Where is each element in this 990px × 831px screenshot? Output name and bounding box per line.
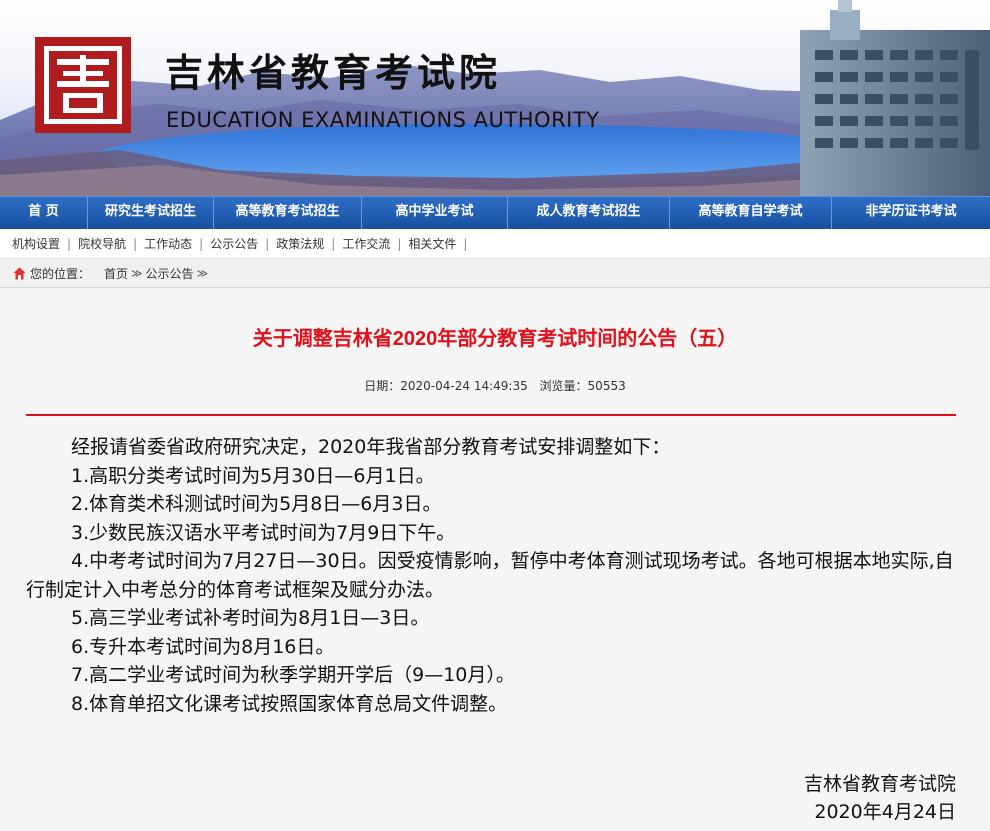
subnav-separator: | xyxy=(397,236,402,251)
article-signature: 吉林省教育考试院 2020年4月24日 xyxy=(804,770,956,826)
subnav-separator: | xyxy=(133,236,138,251)
subnav-school-guide[interactable]: 院校导航 xyxy=(78,235,126,252)
article-paragraph: 4.中考考试时间为7月27日—30日。因受疫情影响，暂停中考体育测试现场考试。各… xyxy=(26,550,954,601)
breadcrumb-separator: ≫ xyxy=(196,267,209,280)
article-paragraph: 8.体育单招文化课考试按照国家体育总局文件调整。 xyxy=(71,692,508,715)
nav-certificate-exam[interactable]: 非学历证书考试 xyxy=(832,197,990,229)
page: 吉林省教育考试院 EDUCATION EXAMINATIONS AUTHORIT… xyxy=(0,0,990,831)
nav-adult-ed-exam[interactable]: 成人教育考试招生 xyxy=(508,197,670,229)
article-paragraph: 经报请省委省政府研究决定，2020年我省部分教育考试安排调整如下： xyxy=(71,436,671,458)
article-body: 经报请省委省政府研究决定，2020年我省部分教育考试安排调整如下： 1.高职分类… xyxy=(26,433,960,718)
article-views: 浏览量：50553 xyxy=(539,379,626,393)
subnav-work-news[interactable]: 工作动态 xyxy=(144,235,192,252)
subnav-exchange[interactable]: 工作交流 xyxy=(342,235,390,252)
article-paragraph: 3.少数民族汉语水平考试时间为7月9日下午。 xyxy=(71,521,456,544)
nav-highschool-exam[interactable]: 高中学业考试 xyxy=(362,197,508,229)
subnav-separator: | xyxy=(67,236,72,251)
nav-graduate-exam[interactable]: 研究生考试招生 xyxy=(88,197,214,229)
sub-nav: 机构设置 | 院校导航 | 工作动态 | 公示公告 | 政策法规 | 工作交流 | 相关文件… xyxy=(0,229,990,259)
site-title-en: EDUCATION EXAMINATIONS AUTHORITY xyxy=(166,108,600,132)
signature-date: 2020年4月24日 xyxy=(814,801,956,823)
article-meta: 日期：2020-04-24 14:49:35 浏览量：50553 xyxy=(0,377,990,394)
article-paragraph: 2.体育类术科测试时间为5月8日—6月3日。 xyxy=(71,493,442,515)
breadcrumb-current[interactable]: 公示公告 xyxy=(146,265,194,282)
header-banner: 吉林省教育考试院 EDUCATION EXAMINATIONS AUTHORIT… xyxy=(0,0,990,196)
article-paragraph: 6.专升本考试时间为8月16日。 xyxy=(71,635,335,658)
subnav-separator: | xyxy=(331,236,336,251)
breadcrumb-home[interactable]: 首页 xyxy=(104,265,128,282)
article-date: 日期：2020-04-24 14:49:35 xyxy=(364,379,528,393)
main-nav: 首 页 研究生考试招生 高等教育考试招生 高中学业考试 成人教育考试招生 高等教… xyxy=(0,196,990,229)
ji-seal-logo-icon xyxy=(35,37,131,133)
signature-org: 吉林省教育考试院 xyxy=(803,773,956,795)
breadcrumb-separator: ≫ xyxy=(131,267,143,280)
subnav-policies[interactable]: 政策法规 xyxy=(276,235,324,252)
subnav-related-docs[interactable]: 相关文件 xyxy=(408,235,456,252)
nav-higher-ed-exam[interactable]: 高等教育考试招生 xyxy=(214,197,362,229)
title-divider xyxy=(26,414,956,416)
subnav-separator: | xyxy=(199,236,204,251)
subnav-notices[interactable]: 公示公告 xyxy=(210,235,258,252)
nav-self-study-exam[interactable]: 高等教育自学考试 xyxy=(670,197,832,229)
article-paragraph: 5.高三学业考试补考时间为8月1日—3日。 xyxy=(71,607,430,629)
article-paragraph: 7.高二学业考试时间为秋季学期开学后（9—10月）。 xyxy=(71,664,515,686)
article-title: 关于调整吉林省2020年部分教育考试时间的公告（五） xyxy=(252,328,738,350)
subnav-org-structure[interactable]: 机构设置 xyxy=(12,235,60,252)
nav-home[interactable]: 首 页 xyxy=(0,197,88,229)
home-icon xyxy=(13,267,26,280)
subnav-separator: | xyxy=(463,236,468,251)
article-paragraph: 1.高职分类考试时间为5月30日—6月1日。 xyxy=(71,464,435,487)
subnav-separator: | xyxy=(265,236,270,251)
breadcrumb-label: 您的位置： xyxy=(30,267,91,281)
site-title-cn: 吉林省教育考试院 xyxy=(165,50,502,95)
breadcrumb: 您的位置： 首页 ≫ 公示公告 ≫ xyxy=(0,260,990,288)
banner-landscape-image xyxy=(0,0,990,196)
